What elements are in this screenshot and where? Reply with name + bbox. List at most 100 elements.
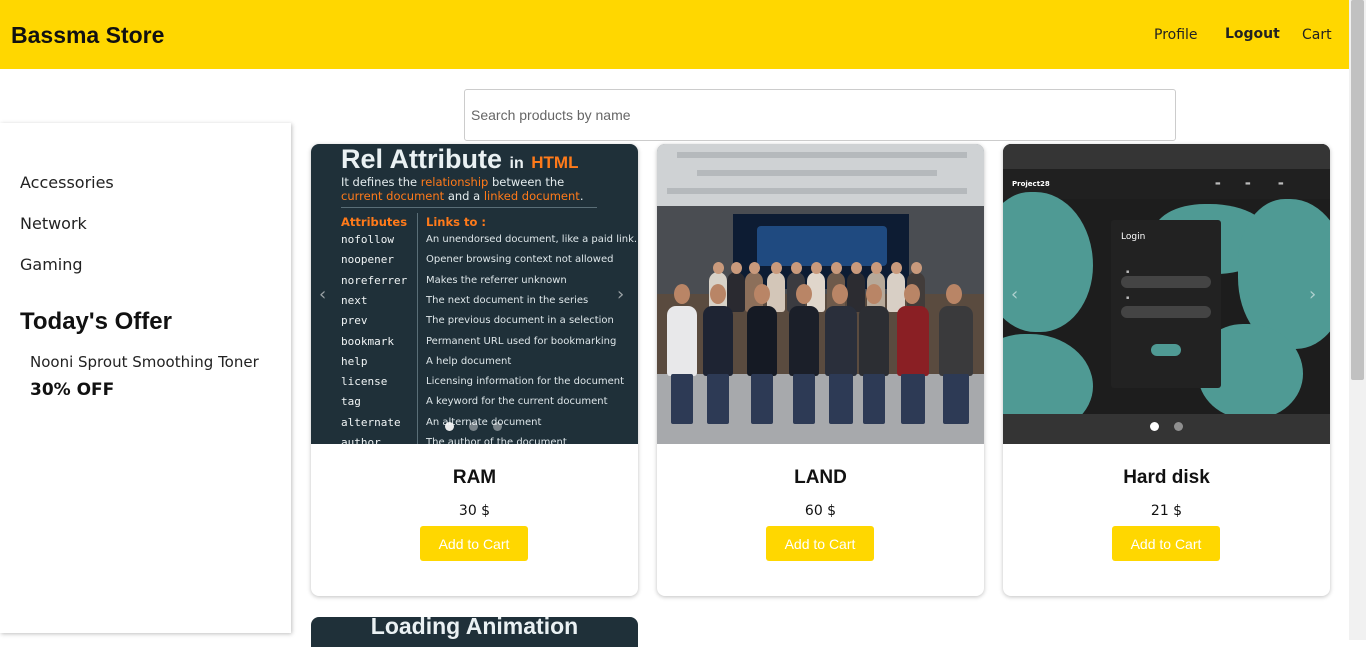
chevron-right-icon[interactable]: › <box>617 284 624 305</box>
carousel-dot[interactable] <box>1150 422 1159 431</box>
chevron-left-icon[interactable]: ‹ <box>319 284 326 305</box>
photo-person-head <box>946 284 962 304</box>
photo-screen-glow <box>757 226 887 266</box>
slide-attr-desc: A help document <box>426 355 512 367</box>
photo-person-legs <box>751 374 773 424</box>
brand-logo[interactable]: Bassma Store <box>11 22 164 49</box>
photo-person-head <box>891 262 902 274</box>
slide-attr-desc: Makes the referrer unknown <box>426 274 567 286</box>
photo-person-legs <box>671 374 693 424</box>
slide-attr-desc: The next document in the series <box>426 294 589 306</box>
add-to-cart-button[interactable]: Add to Cart <box>420 526 528 561</box>
category-gaming[interactable]: Gaming <box>20 255 83 274</box>
slide-attr-name: nofollow <box>341 233 394 246</box>
product-price: 60 $ <box>804 503 837 519</box>
slide-heading: Rel Attribute in HTML <box>341 144 579 174</box>
slide-field <box>1121 306 1211 318</box>
photo-person-head <box>904 284 920 304</box>
photo-person <box>703 306 733 376</box>
slide-login-panel <box>1111 220 1221 388</box>
photo-person-legs <box>863 374 885 424</box>
slide-attr-desc: Licensing information for the document <box>426 376 625 388</box>
category-accessories[interactable]: Accessories <box>20 173 114 192</box>
photo-person-head <box>710 284 726 304</box>
carousel-dot[interactable] <box>445 422 454 431</box>
search-input[interactable] <box>464 89 1176 141</box>
photo-person-head <box>674 284 690 304</box>
product-card-hard-disk: Project28 ▬ ▬ ▬ Login ▪ ▪ ‹ › Hard disk … <box>1003 144 1330 596</box>
product-card-partial: Loading Animation <box>311 617 638 647</box>
slide-attr-name: noreferrer <box>341 273 408 287</box>
photo-person <box>667 306 697 376</box>
slide-attr-name: license <box>341 375 388 389</box>
photo-person-legs <box>943 374 969 424</box>
photo-person-legs <box>793 374 815 424</box>
slide-blob <box>1003 192 1093 332</box>
scrollbar-thumb[interactable] <box>1351 0 1364 380</box>
photo-duct <box>667 188 967 194</box>
photo-person-head <box>796 284 812 304</box>
slide-field <box>1121 276 1211 288</box>
slide-nav-item: ▬ <box>1215 180 1221 187</box>
slide-attr-name: prev <box>341 314 368 328</box>
page-scrollbar[interactable] <box>1349 0 1366 640</box>
photo-person-head <box>832 284 848 304</box>
photo-person-legs <box>829 374 853 424</box>
carousel-dot[interactable] <box>469 422 478 431</box>
nav-cart-link[interactable]: Cart <box>1302 27 1332 43</box>
slide-field-label: ▪ <box>1126 295 1130 301</box>
photo-duct <box>697 170 937 176</box>
slide-brand: Project28 <box>1012 180 1050 188</box>
slide-subtitle: It defines the relationship between the … <box>341 175 584 203</box>
nav-logout-link[interactable]: Logout <box>1225 26 1280 42</box>
product-name: Hard disk <box>1123 467 1210 488</box>
slide-divider <box>341 207 597 208</box>
slide-attr-desc: The author of the document <box>426 437 567 444</box>
add-to-cart-button[interactable]: Add to Cart <box>766 526 874 561</box>
slide-attr-desc: An alternate document <box>426 416 542 428</box>
partial-image-title: Loading Animation <box>370 617 579 639</box>
photo-person <box>789 306 819 376</box>
product-name: LAND <box>794 467 847 488</box>
product-image-group-photo <box>657 144 984 444</box>
photo-person-head <box>911 262 922 274</box>
photo-person <box>825 306 857 376</box>
carousel-dot[interactable] <box>1174 422 1183 431</box>
slide-login-title: Login <box>1121 232 1146 242</box>
slide-attr-desc: The previous document in a selection <box>426 315 614 327</box>
slide-attr-name: tag <box>341 395 361 409</box>
chevron-right-icon[interactable]: › <box>1309 284 1316 305</box>
nav-profile-link[interactable]: Profile <box>1154 27 1198 43</box>
photo-person-head <box>749 262 760 274</box>
photo-person-legs <box>707 374 729 424</box>
slide-divider <box>417 213 418 444</box>
photo-person <box>727 272 745 312</box>
slide-col-header: Attributes <box>341 215 408 229</box>
top-navbar: Bassma Store Profile Logout Cart <box>0 0 1349 69</box>
photo-person-head <box>791 262 802 274</box>
offer-title: Today's Offer <box>20 308 172 335</box>
photo-person <box>939 306 973 376</box>
product-card-ram: Rel Attribute in HTML It defines the rel… <box>311 144 638 596</box>
product-card-land: LAND 60 $ Add to Cart <box>657 144 984 596</box>
slide-attr-name: noopener <box>341 253 394 267</box>
add-to-cart-button[interactable]: Add to Cart <box>1112 526 1220 561</box>
product-name: RAM <box>452 467 497 488</box>
slide-attr-name: bookmark <box>341 334 394 348</box>
chevron-left-icon[interactable]: ‹ <box>1011 284 1018 305</box>
slide-attr-desc: Permanent URL used for bookmarking <box>426 335 617 347</box>
slide-attr-name: help <box>341 354 368 368</box>
photo-person-head <box>771 262 782 274</box>
photo-person-head <box>831 262 842 274</box>
photo-person <box>859 306 889 376</box>
product-image-carousel: Project28 ▬ ▬ ▬ Login ▪ ▪ ‹ › <box>1003 144 1330 444</box>
photo-person-head <box>866 284 882 304</box>
slide-field-label: ▪ <box>1126 269 1130 275</box>
slide-attr-desc: An unendorsed document, like a paid link… <box>426 234 638 245</box>
slide-attr-name: author <box>341 436 381 444</box>
product-price: 30 $ <box>458 503 491 519</box>
slide-col-header: Links to : <box>426 215 486 229</box>
photo-person-head <box>713 262 724 274</box>
carousel-dot[interactable] <box>493 422 502 431</box>
category-network[interactable]: Network <box>20 214 87 233</box>
